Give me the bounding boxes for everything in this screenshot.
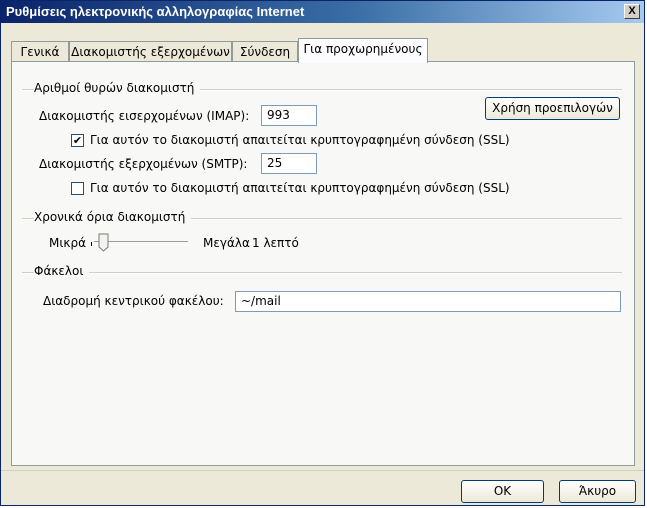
title-bar[interactable]: Ρυθμίσεις ηλεκτρονικής αλληλογραφίας Int…	[1, 1, 644, 23]
ok-button[interactable]: OK	[461, 480, 544, 503]
timeout-long-label: Μεγάλα	[203, 236, 250, 250]
folders-group-label: Φάκελοι	[34, 264, 90, 278]
outgoing-server-label: Διακομιστής εξερχομένων (SMTP):	[39, 157, 248, 171]
tab-advanced-label: Για προχωρημένους	[303, 42, 423, 56]
root-folder-path-input[interactable]: ~/mail	[235, 291, 621, 312]
tab-outgoing-server[interactable]: Διακομιστής εξερχομένων	[69, 41, 232, 62]
timeout-slider-thumb[interactable]	[98, 233, 109, 252]
tab-connection-label: Σύνδεση	[239, 45, 291, 59]
tab-general-label: Γενικά	[20, 45, 60, 59]
outgoing-port-input[interactable]: 25	[261, 153, 317, 174]
incoming-server-label: Διακομιστής εισερχομένων (IMAP):	[39, 109, 250, 123]
close-icon: X	[628, 5, 636, 17]
use-defaults-button[interactable]: Χρήση προεπιλογών	[485, 97, 620, 120]
outgoing-ssl-checkbox[interactable]	[71, 182, 84, 195]
incoming-port-input[interactable]: 993	[261, 105, 317, 126]
timeout-short-label: Μικρά	[49, 236, 87, 250]
folders-group-divider	[22, 272, 622, 274]
timeouts-group-label: Χρονικά όρια διακομιστή	[34, 210, 192, 224]
tab-general[interactable]: Γενικά	[11, 41, 69, 62]
checkmark-icon: ✔	[72, 134, 83, 147]
incoming-ssl-checkbox[interactable]: ✔	[71, 134, 84, 147]
window-title: Ρυθμίσεις ηλεκτρονικής αλληλογραφίας Int…	[6, 4, 305, 19]
timeout-value-label: 1 λεπτό	[252, 236, 299, 250]
root-folder-path-label: Διαδρομή κεντρικού φακέλου:	[43, 294, 224, 308]
tab-advanced[interactable]: Για προχωρημένους	[298, 38, 428, 63]
tab-connection[interactable]: Σύνδεση	[232, 41, 298, 62]
tab-outgoing-server-label: Διακομιστής εξερχομένων	[71, 45, 230, 59]
cancel-button[interactable]: Άκυρο	[559, 480, 636, 503]
slider-tick-mark	[91, 242, 92, 246]
incoming-ssl-label: Για αυτόν το διακομιστή απαιτείται κρυπτ…	[90, 133, 510, 147]
outgoing-ssl-label: Για αυτόν το διακομιστή απαιτείται κρυπτ…	[90, 181, 510, 195]
footer-separator	[1, 470, 644, 471]
settings-dialog: Ρυθμίσεις ηλεκτρονικής αλληλογραφίας Int…	[0, 0, 645, 506]
advanced-tab-panel: Αριθμοί θυρών διακομιστή Διακομιστής εισ…	[11, 61, 635, 466]
ports-group-label: Αριθμοί θυρών διακομιστή	[34, 81, 201, 95]
close-button[interactable]: X	[624, 4, 640, 19]
